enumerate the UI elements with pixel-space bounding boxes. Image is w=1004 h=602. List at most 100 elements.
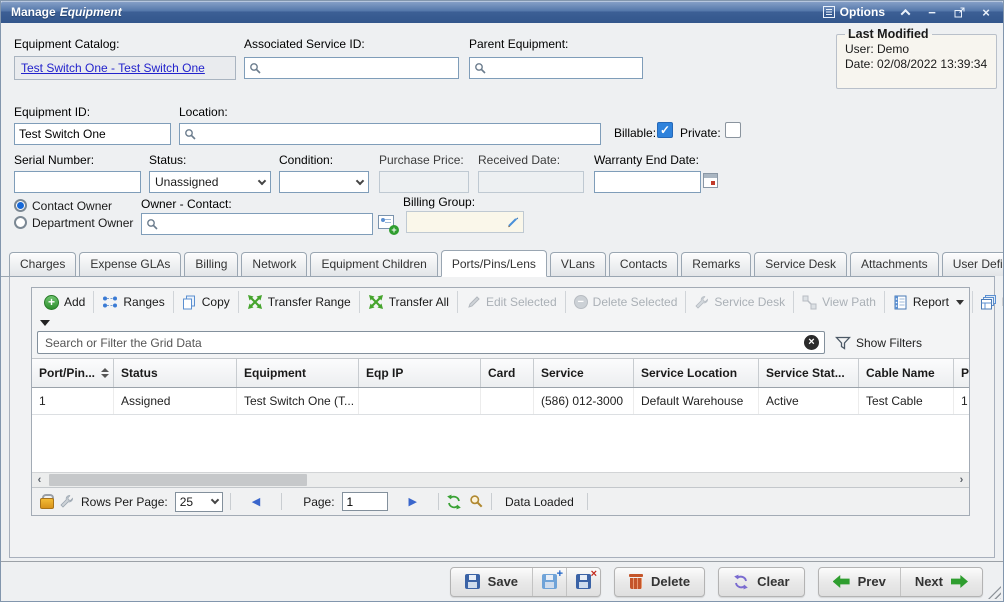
add-contact-icon[interactable]: + — [378, 215, 398, 234]
toolbar-add[interactable]: +Add — [36, 291, 93, 313]
tab-network[interactable]: Network — [241, 252, 307, 276]
serial-number-field[interactable] — [14, 171, 141, 193]
radio-icon[interactable] — [14, 199, 27, 212]
tab-user-defined-fields[interactable]: User Defined Fields — [942, 252, 1004, 276]
minus-circle-icon: − — [574, 295, 588, 309]
tab-charges[interactable]: Charges — [9, 252, 76, 276]
equipment-id-input[interactable] — [19, 124, 166, 144]
tab-remarks[interactable]: Remarks — [681, 252, 751, 276]
magnifier-icon[interactable] — [469, 494, 484, 509]
column-header-port-pin[interactable]: Port/Pin... — [32, 359, 114, 387]
toolbar-report[interactable]: Report — [884, 291, 972, 313]
warranty-end-date-input[interactable] — [599, 172, 696, 192]
add-icon: + — [44, 295, 59, 310]
chevron-down-icon — [356, 176, 364, 184]
tab-equipment-children[interactable]: Equipment Children — [310, 252, 437, 276]
last-modified-user: User: Demo — [845, 42, 988, 57]
collapse-button[interactable] — [898, 5, 912, 19]
trash-icon — [629, 574, 643, 589]
wrench-icon[interactable] — [59, 494, 74, 509]
show-filters-button[interactable]: Show Filters — [835, 336, 964, 350]
column-header-card[interactable]: Card — [481, 359, 534, 387]
purchase-price-label: Purchase Price: — [379, 153, 464, 167]
column-header-p[interactable]: P — [954, 359, 969, 387]
grid-row[interactable]: 1AssignedTest Switch One (T...(586) 012-… — [32, 388, 969, 415]
options-button[interactable]: Options — [823, 5, 885, 19]
refresh-icon[interactable] — [446, 494, 462, 510]
prev-next-button-group: Prev Next — [818, 567, 983, 597]
column-label: Port/Pin... — [39, 366, 95, 380]
save-and-close-button[interactable]: × — [566, 568, 600, 596]
billing-group-field[interactable] — [406, 211, 524, 233]
location-field[interactable] — [179, 123, 601, 145]
tab-contacts[interactable]: Contacts — [609, 252, 678, 276]
owner-contact-field[interactable] — [141, 213, 373, 235]
serial-number-input[interactable] — [19, 172, 136, 192]
column-header-eqp-ip[interactable]: Eqp IP — [359, 359, 481, 387]
clear-search-icon[interactable]: × — [804, 335, 819, 350]
column-header-status[interactable]: Status — [114, 359, 237, 387]
associated-service-id-input[interactable] — [265, 58, 454, 78]
sort-icon — [97, 368, 109, 378]
equipment-id-field[interactable] — [14, 123, 171, 145]
toolbar-perspectives[interactable]: Perspectives — [972, 291, 1004, 313]
condition-select[interactable] — [279, 171, 369, 193]
save-and-new-button[interactable]: + — [532, 568, 566, 596]
next-page-button[interactable]: ▶ — [395, 495, 431, 508]
parent-equipment-input[interactable] — [490, 58, 638, 78]
status-select[interactable]: Unassigned — [149, 171, 271, 193]
toolbar-ranges[interactable]: Ranges — [93, 291, 172, 313]
toolbar-overflow-caret[interactable] — [32, 316, 969, 329]
edit-pencil-icon[interactable] — [507, 216, 519, 228]
scroll-right-button[interactable]: › — [954, 473, 969, 487]
scrollbar-thumb[interactable] — [49, 474, 307, 486]
parent-equipment-field[interactable] — [469, 57, 643, 79]
billable-checkbox[interactable] — [657, 122, 673, 138]
rows-per-page-select[interactable]: 25 — [175, 492, 223, 512]
grid-search-input[interactable] — [37, 331, 825, 354]
grid-cell — [481, 388, 534, 414]
toolbar-copy[interactable]: Copy — [173, 291, 238, 313]
column-header-cable-name[interactable]: Cable Name — [859, 359, 954, 387]
toolbar-view-path: View Path — [793, 291, 884, 313]
grid-cell: Active — [759, 388, 859, 414]
tab-vlans[interactable]: VLans — [550, 252, 606, 276]
owner-type-option-contact-owner[interactable]: Contact Owner — [14, 197, 133, 214]
tab-attachments[interactable]: Attachments — [850, 252, 939, 276]
save-button[interactable]: Save — [451, 568, 532, 596]
calendar-icon[interactable] — [703, 173, 718, 188]
clear-button[interactable]: Clear — [719, 568, 804, 596]
location-input[interactable] — [200, 124, 596, 144]
tab-billing[interactable]: Billing — [184, 252, 238, 276]
tab-ports-pins-lens[interactable]: Ports/Pins/Lens — [441, 250, 547, 277]
private-checkbox[interactable] — [725, 122, 741, 138]
lock-icon[interactable] — [40, 494, 52, 509]
prev-button[interactable]: Prev — [819, 568, 900, 596]
column-header-service-stat[interactable]: Service Stat... — [759, 359, 859, 387]
toolbar-transfer-range[interactable]: Transfer Range — [238, 291, 359, 313]
associated-service-id-field[interactable] — [244, 57, 459, 79]
tab-service-desk[interactable]: Service Desk — [754, 252, 847, 276]
horizontal-scrollbar[interactable]: ‹ › — [32, 472, 969, 487]
scrollbar-track[interactable] — [47, 473, 954, 487]
scroll-left-button[interactable]: ‹ — [32, 473, 47, 487]
minimize-button[interactable]: − — [925, 5, 939, 19]
save-icon — [465, 574, 480, 589]
page-number-input[interactable] — [342, 492, 388, 511]
radio-icon[interactable] — [14, 216, 27, 229]
delete-button[interactable]: Delete — [615, 568, 704, 596]
column-header-service[interactable]: Service — [534, 359, 634, 387]
tab-expense-glas[interactable]: Expense GLAs — [79, 252, 181, 276]
column-header-service-location[interactable]: Service Location — [634, 359, 759, 387]
toolbar-transfer-all[interactable]: Transfer All — [359, 291, 457, 313]
column-header-equipment[interactable]: Equipment — [237, 359, 359, 387]
next-button[interactable]: Next — [900, 568, 982, 596]
owner-type-option-department-owner[interactable]: Department Owner — [14, 214, 133, 231]
prev-page-button[interactable]: ◀ — [238, 495, 274, 508]
warranty-end-date-field[interactable] — [594, 171, 701, 193]
close-button[interactable]: × — [979, 5, 993, 19]
equipment-catalog-link[interactable]: Test Switch One - Test Switch One — [21, 61, 205, 75]
pencil-icon — [466, 295, 481, 310]
owner-contact-input[interactable] — [162, 214, 368, 234]
popout-button[interactable] — [952, 5, 966, 19]
